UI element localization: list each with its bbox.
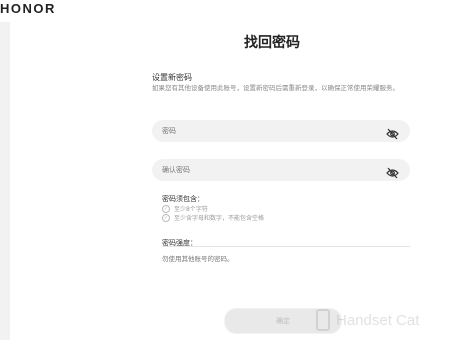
description-text: 如果您有其他设备使用此账号，设置新密码后需重新登录，以确保正常使用荣耀服务。 — [152, 84, 399, 92]
check-circle-icon: ✓ — [162, 213, 170, 222]
strength-label: 密码强度： — [162, 239, 197, 247]
section-title: 设置新密码 — [152, 73, 192, 82]
rule-item: ✓ 至少8个字符 — [162, 204, 208, 213]
confirm-password-placeholder: 确认密码 — [162, 166, 190, 174]
watermark: Handset Cat — [316, 308, 419, 332]
password-rules: 密码须包含： ✓ 至少8个字符 ✓ 至少含字母和数字，不能包含空格 — [162, 194, 392, 222]
page: HONOR 找回密码 设置新密码 如果您有其他设备使用此账号，设置新密码后需重新… — [0, 0, 474, 340]
password-placeholder: 密码 — [162, 127, 176, 135]
notice-text: 勿使用其他账号的密码。 — [162, 255, 234, 263]
check-circle-icon: ✓ — [162, 204, 170, 213]
reset-password-card: 找回密码 设置新密码 如果您有其他设备使用此账号，设置新密码后需重新登录，以确保… — [10, 22, 474, 340]
watermark-text: Handset Cat — [336, 311, 420, 329]
phone-icon — [316, 309, 330, 331]
password-field[interactable]: 密码 — [152, 120, 410, 142]
eye-hidden-icon[interactable] — [386, 164, 399, 179]
confirm-password-field[interactable]: 确认密码 — [152, 159, 410, 181]
page-title: 找回密码 — [244, 35, 300, 51]
honor-logo[interactable]: HONOR — [0, 1, 56, 16]
rules-heading: 密码须包含： — [162, 195, 204, 203]
password-strength: 密码强度： — [162, 230, 410, 247]
eye-hidden-icon[interactable] — [386, 125, 399, 140]
rule-item: ✓ 至少含字母和数字，不能包含空格 — [162, 213, 265, 222]
top-bar: HONOR — [0, 0, 474, 22]
